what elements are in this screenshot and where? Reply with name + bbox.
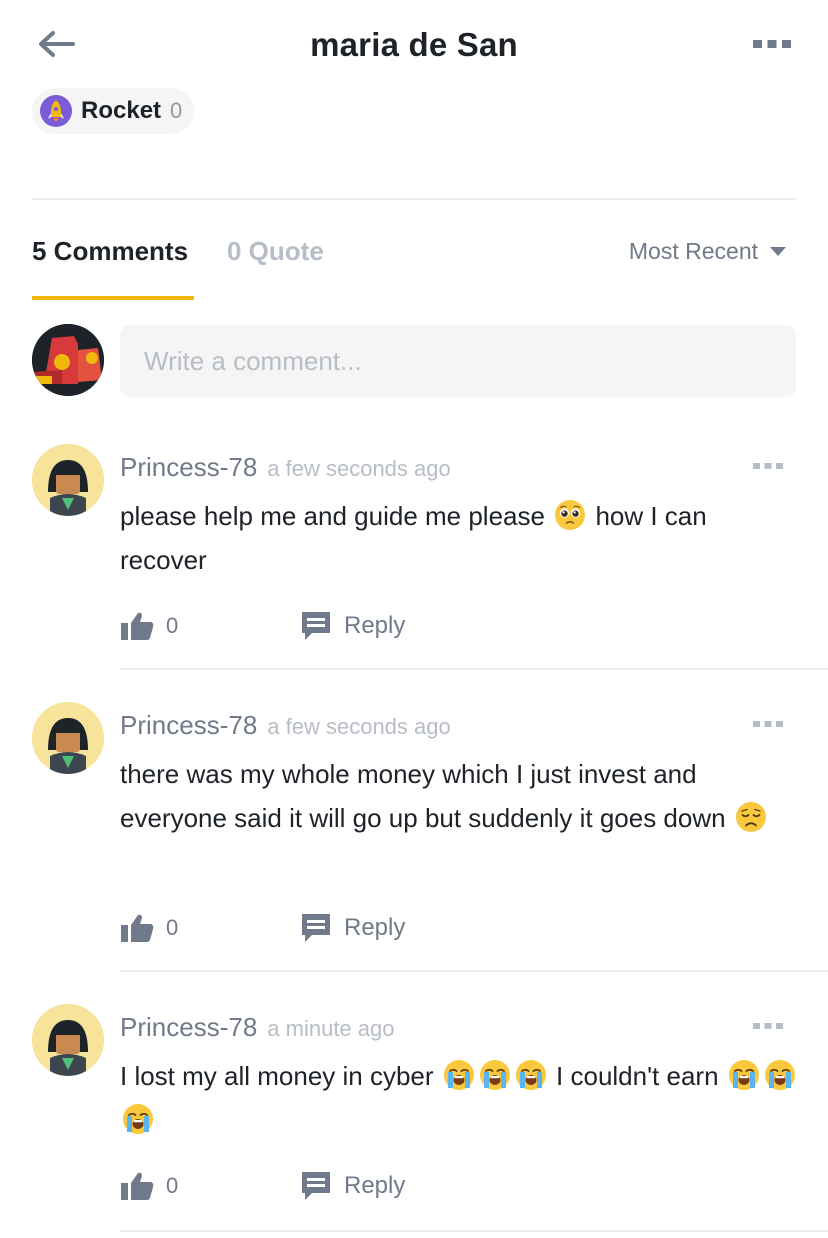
current-user-avatar	[32, 324, 104, 396]
comment-text: there was my whole money which I just in…	[120, 752, 800, 840]
reply-icon	[302, 914, 330, 942]
divider	[120, 668, 828, 670]
more-options-button[interactable]	[748, 30, 796, 58]
comment-more-button[interactable]	[748, 454, 788, 478]
comment-meta: Princess-78 a few seconds ago	[120, 710, 451, 741]
comment-timestamp: a few seconds ago	[267, 714, 451, 739]
thumbs-up-icon	[121, 612, 154, 640]
comment-tabs: 5 Comments 0 Quote Most Recent	[32, 230, 796, 302]
rocket-count: 0	[170, 98, 183, 123]
comment-username[interactable]: Princess-78	[120, 452, 257, 483]
comment-actions: 0 Reply	[120, 1166, 405, 1206]
thumbs-up-icon	[121, 1172, 154, 1200]
top-bar: maria de San	[0, 0, 828, 90]
reply-label: Reply	[344, 914, 406, 941]
comment-timestamp: a minute ago	[267, 1016, 395, 1041]
comment-text-part: please help me and guide me please	[120, 501, 545, 531]
rocket-label: Rocket	[81, 97, 162, 124]
page-title: maria de San	[310, 26, 518, 63]
like-count: 0	[166, 915, 179, 940]
reply-icon	[302, 1172, 330, 1200]
disappointed-face-icon	[735, 801, 767, 833]
comment-username[interactable]: Princess-78	[120, 710, 257, 741]
comment-meta: Princess-78 a few seconds ago	[120, 452, 451, 483]
sort-dropdown[interactable]: Most Recent	[629, 238, 786, 265]
divider	[32, 198, 796, 200]
comment-username[interactable]: Princess-78	[120, 1012, 257, 1043]
like-button[interactable]: 0	[120, 611, 300, 641]
rocket-reaction-chip[interactable]: Rocket 0	[32, 88, 194, 134]
comment-actions: 0 Reply	[120, 908, 405, 948]
comment-item: Princess-78 a minute ago I lost my all m…	[0, 1004, 828, 1236]
pleading-face-icon	[554, 499, 586, 531]
comment-item: Princess-78 a few seconds ago there was …	[0, 702, 828, 974]
sort-label: Most Recent	[628, 238, 758, 264]
more-horizontal-icon	[753, 721, 783, 727]
rocket-icon	[40, 95, 72, 127]
comment-meta: Princess-78 a minute ago	[120, 1012, 394, 1043]
reply-button[interactable]: Reply	[300, 912, 405, 944]
loudly-crying-face-icon	[479, 1059, 511, 1091]
loudly-crying-face-icon	[515, 1059, 547, 1091]
more-horizontal-icon	[753, 40, 791, 48]
tab-comments[interactable]: 5 Comments	[32, 236, 188, 267]
loudly-crying-face-icon	[443, 1059, 475, 1091]
back-button[interactable]	[32, 22, 80, 66]
comment-text-part: I couldn't earn	[556, 1061, 719, 1091]
loudly-crying-face-icon	[728, 1059, 760, 1091]
reply-icon	[302, 612, 330, 640]
comment-item: Princess-78 a few seconds ago please hel…	[0, 444, 828, 672]
like-count: 0	[166, 613, 179, 638]
comment-text-part: I lost my all money in cyber	[120, 1061, 434, 1091]
more-horizontal-icon	[753, 1023, 783, 1029]
tab-quote[interactable]: 0 Quote	[227, 236, 324, 267]
more-horizontal-icon	[753, 463, 783, 469]
avatar[interactable]	[32, 1004, 104, 1076]
comment-more-button[interactable]	[748, 712, 788, 736]
comment-text: please help me and guide me please how I…	[120, 494, 800, 582]
active-tab-indicator	[32, 296, 194, 300]
comment-text-part: there was my whole money which I just in…	[120, 759, 726, 833]
reply-label: Reply	[344, 612, 406, 639]
avatar[interactable]	[32, 444, 104, 516]
comment-timestamp: a few seconds ago	[267, 456, 451, 481]
divider	[120, 970, 828, 972]
divider	[120, 1230, 828, 1232]
arrow-left-icon	[39, 31, 75, 57]
avatar[interactable]	[32, 702, 104, 774]
caret-down-icon	[770, 247, 786, 256]
comment-more-button[interactable]	[748, 1014, 788, 1038]
loudly-crying-face-icon	[764, 1059, 796, 1091]
loudly-crying-face-icon	[122, 1103, 154, 1135]
reply-label: Reply	[344, 1172, 406, 1199]
comment-text: I lost my all money in cyber I couldn't …	[120, 1054, 800, 1142]
comment-input[interactable]	[120, 325, 796, 397]
like-button[interactable]: 0	[120, 1171, 300, 1201]
reply-button[interactable]: Reply	[300, 1170, 405, 1202]
reply-button[interactable]: Reply	[300, 610, 405, 642]
comment-actions: 0 Reply	[120, 606, 405, 646]
like-button[interactable]: 0	[120, 913, 300, 943]
like-count: 0	[166, 1173, 179, 1198]
thumbs-up-icon	[121, 914, 154, 942]
